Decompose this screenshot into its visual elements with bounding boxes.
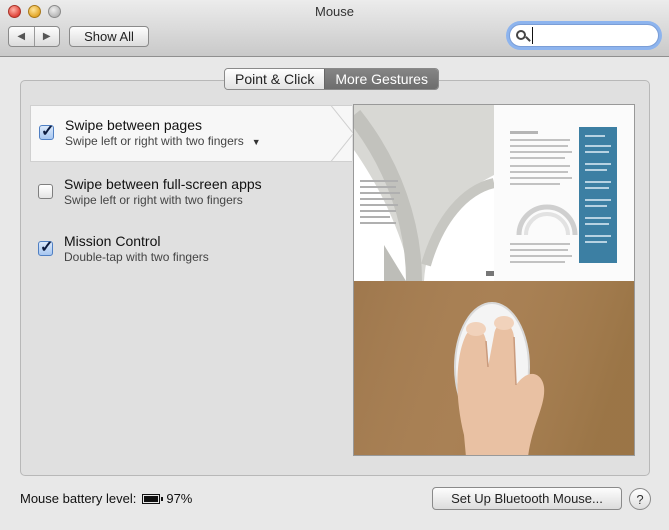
- option-description: Double-tap with two fingers: [64, 250, 209, 264]
- checkmark-icon: ✓: [41, 123, 55, 140]
- tab-more-gestures[interactable]: More Gestures: [324, 69, 438, 89]
- tab-bar: Point & Click More Gestures: [224, 68, 439, 90]
- search-field[interactable]: [509, 24, 659, 47]
- window-title: Mouse: [314, 4, 355, 19]
- checkbox-swipe-between-pages[interactable]: ✓: [39, 123, 54, 140]
- checkmark-icon: ✓: [40, 239, 54, 256]
- option-description: Swipe left or right with two fingers: [64, 193, 243, 207]
- option-label: Mission Control: [64, 233, 161, 249]
- battery-value: 97%: [166, 491, 193, 506]
- show-all-button[interactable]: Show All: [69, 26, 149, 47]
- checkbox-mission-control[interactable]: ✓: [38, 239, 53, 256]
- option-swipe-full-screen-apps[interactable]: Swipe between full-screen apps Swipe lef…: [30, 170, 352, 215]
- gesture-demo-illustration: [354, 105, 634, 455]
- back-forward-control: ◀ ▶: [8, 26, 60, 47]
- dropdown-arrow-icon[interactable]: ▼: [252, 137, 261, 147]
- option-label: Swipe between full-screen apps: [64, 176, 262, 192]
- tab-point-and-click[interactable]: Point & Click: [225, 69, 325, 89]
- selection-pointer: [321, 105, 354, 162]
- option-mission-control[interactable]: ✓ Mission Control Double-tap with two fi…: [30, 227, 352, 272]
- search-icon: [516, 30, 526, 40]
- forward-arrow-icon[interactable]: ▶: [35, 27, 60, 46]
- battery-label: Mouse battery level:: [20, 491, 137, 506]
- battery-status: Mouse battery level: 97%: [20, 491, 192, 506]
- option-label: Swipe between pages: [65, 117, 202, 133]
- search-input[interactable]: [532, 27, 652, 44]
- option-swipe-between-pages[interactable]: ✓ Swipe between pages Swipe left or righ…: [30, 105, 352, 162]
- battery-icon: [142, 493, 164, 504]
- option-description-text: Swipe left or right with two fingers: [65, 134, 244, 148]
- back-arrow-icon[interactable]: ◀: [9, 27, 35, 46]
- option-description: Swipe left or right with two fingers ▼: [65, 134, 261, 148]
- set-up-bluetooth-mouse-button[interactable]: Set Up Bluetooth Mouse...: [432, 487, 622, 510]
- title-bar: Mouse ◀ ▶ Show All: [0, 0, 669, 57]
- search-icon-handle: [525, 36, 531, 42]
- checkbox-swipe-full-screen-apps[interactable]: [38, 184, 53, 199]
- gesture-preview: [353, 104, 635, 456]
- help-button[interactable]: ?: [629, 488, 651, 510]
